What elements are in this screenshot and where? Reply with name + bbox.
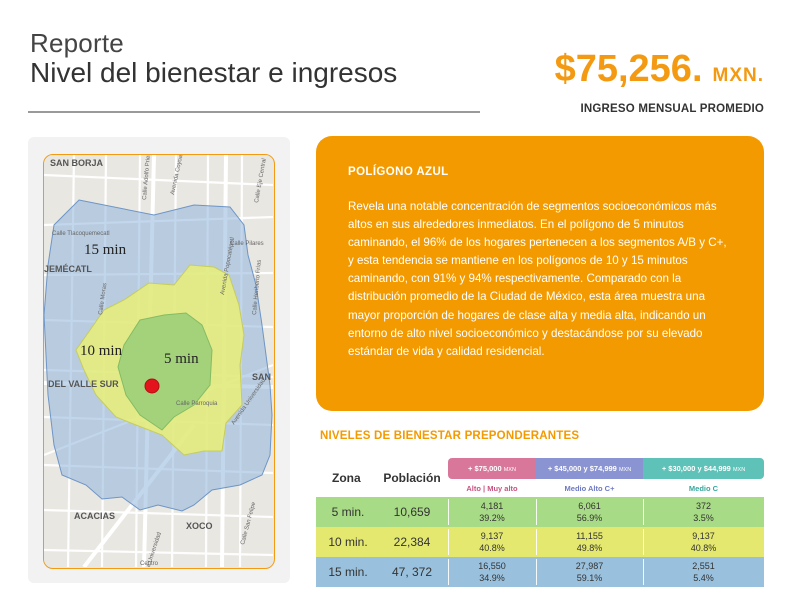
group-range-medio: + $30,000 y $44,999 [661, 464, 731, 473]
info-body: Revela una notable concentración de segm… [348, 200, 727, 358]
cell-poblacion: 10,659 [393, 505, 431, 519]
col-header-poblacion: Población [383, 471, 441, 485]
info-title: POLÍGONO AZUL [348, 166, 449, 178]
cell-zona: 15 min. [328, 565, 368, 579]
cell-alto: 16,550 34.9% [448, 560, 536, 584]
cell-count: 372 [695, 501, 712, 511]
group-header-medio-alto: + $45,000 y $74,999 MXN [536, 458, 643, 479]
place-label-jemecatl: JEMÉCATL [44, 264, 92, 274]
group-header-alto: + $75,000 MXN [448, 458, 536, 479]
cell-poblacion: 22,384 [393, 535, 431, 549]
cell-medio: 372 3.5% [643, 500, 764, 524]
cell-percent: 49.8% [576, 543, 603, 553]
table-row: 5 min. 10,659 4,181 39.2% 6,061 56.9% 372 3… [316, 497, 764, 527]
cell-percent: 40.8% [690, 543, 717, 553]
cell-count: 9,137 [480, 531, 504, 541]
cell-count: 16,550 [478, 561, 506, 571]
cell-zona: 10 min. [328, 535, 368, 549]
cell-percent: 40.8% [479, 543, 505, 553]
group-sub-medio: Medio C [688, 484, 719, 493]
cell-percent: 3.5% [693, 513, 714, 523]
cell-medio: 2,551 5.4% [643, 560, 764, 584]
report-header: Reporte Nivel del bienestar e ingresos [30, 28, 397, 89]
col-header-zona: Zona [332, 471, 361, 485]
cell-zona: 5 min. [331, 505, 365, 519]
title-divider [28, 111, 480, 113]
cell-poblacion: 47, 372 [391, 565, 433, 579]
report-subtitle: Reporte [30, 28, 124, 58]
group-sub-alto: Alto | Muy alto [466, 484, 518, 493]
report-title: Nivel del bienestar e ingresos [30, 57, 398, 88]
label-10-min: 10 min [80, 343, 123, 359]
table-row: 15 min. 47, 372 16,550 34.9% 27,987 59.1% … [316, 557, 764, 587]
cell-percent: 39.2% [479, 513, 505, 523]
location-marker[interactable] [144, 378, 160, 394]
cell-medio: 9,137 40.8% [643, 530, 764, 554]
place-label-acacias: ACACIAS [74, 511, 115, 521]
cell-percent: 59.1% [576, 573, 603, 583]
cell-percent: 56.9% [576, 513, 603, 523]
kpi-value: $75,256. [554, 48, 703, 90]
map-card: SAN BORJA JEMÉCATL DEL VALLE SUR ACACIAS… [28, 137, 290, 583]
label-5-min: 5 min [164, 351, 199, 367]
group-range-alto: + $75,000 [468, 464, 502, 473]
kpi-unit: MXN. [712, 65, 764, 86]
cell-medio-alto: 11,155 49.8% [536, 530, 643, 554]
cell-medio-alto: 27,987 59.1% [536, 560, 643, 584]
table-heading: NIVELES DE BIENESTAR PREPONDERANTES [320, 430, 580, 442]
kpi-value-line: $75,256. MXN. [555, 48, 764, 97]
cell-count: 27,987 [575, 561, 604, 571]
cell-alto: 4,181 39.2% [448, 500, 536, 524]
cell-alto: 9,137 40.8% [448, 530, 536, 554]
place-label-san-borja: SAN BORJA [50, 158, 104, 168]
svg-text:Centro: Centro [140, 561, 159, 567]
isochrone-map[interactable]: SAN BORJA JEMÉCATL DEL VALLE SUR ACACIAS… [43, 154, 275, 569]
group-header-medio: + $30,000 y $44,999 MXN [643, 458, 764, 479]
cell-count: 2,551 [692, 561, 715, 571]
svg-text:Calle Tlacoquemecatl: Calle Tlacoquemecatl [52, 231, 110, 237]
cell-count: 9,137 [692, 531, 715, 541]
group-unit-alto: MXN [503, 467, 516, 473]
place-label-del-valle-sur: DEL VALLE SUR [48, 379, 119, 389]
income-kpi: $75,256. MXN. INGRESO MENSUAL PROMEDIO [555, 48, 764, 115]
group-sub-medio-alto: Medio Alto C+ [564, 484, 615, 493]
cell-percent: 5.4% [693, 573, 714, 583]
place-label-xoco: XOCO [186, 521, 213, 531]
group-range-medio-alto: + $45,000 y $74,999 [547, 464, 617, 473]
cell-medio-alto: 6,061 56.9% [536, 500, 643, 524]
wellbeing-table: Zona Población + $75,000 MXN + $45,000 y… [316, 458, 764, 588]
cell-percent: 34.9% [479, 573, 505, 583]
info-panel: POLÍGONO AZUL Revela una notable concent… [316, 136, 764, 411]
group-unit-medio-alto: MXN [618, 467, 632, 473]
group-unit-medio: MXN [732, 467, 746, 473]
cell-count: 6,061 [578, 501, 601, 511]
table-row: 10 min. 22,384 9,137 40.8% 11,155 49.8% 9,… [316, 527, 764, 557]
cell-count: 4,181 [480, 501, 504, 511]
cell-count: 11,155 [576, 531, 603, 541]
label-15-min: 15 min [84, 242, 127, 258]
svg-text:Calle Parroquia: Calle Parroquia [176, 401, 218, 407]
kpi-label: INGRESO MENSUAL PROMEDIO [580, 103, 764, 115]
